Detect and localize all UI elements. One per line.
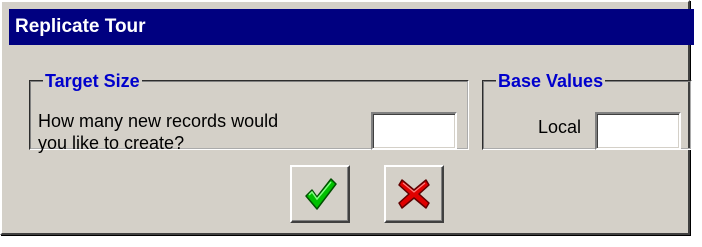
base-values-group: Base Values Local <box>482 72 692 150</box>
cancel-button[interactable] <box>384 165 444 223</box>
dialog-titlebar[interactable]: Replicate Tour <box>9 9 694 45</box>
records-question-line1: How many new records would <box>38 111 279 131</box>
local-value-input[interactable] <box>595 112 681 150</box>
base-values-legend: Base Values <box>498 71 604 91</box>
replicate-tour-dialog: Replicate Tour Target Size How many new … <box>0 0 694 235</box>
new-records-count-input[interactable] <box>371 112 457 150</box>
records-question-line2: you like to create? <box>38 133 185 153</box>
local-label: Local <box>538 117 582 137</box>
records-question: How many new records would you like to c… <box>38 110 358 154</box>
green-checkmark-icon <box>305 178 337 210</box>
target-size-legend: Target Size <box>45 71 140 91</box>
red-x-icon <box>398 179 430 209</box>
dialog-title: Replicate Tour <box>15 16 146 37</box>
target-size-group: Target Size How many new records would y… <box>29 71 469 153</box>
ok-button[interactable] <box>290 165 350 223</box>
